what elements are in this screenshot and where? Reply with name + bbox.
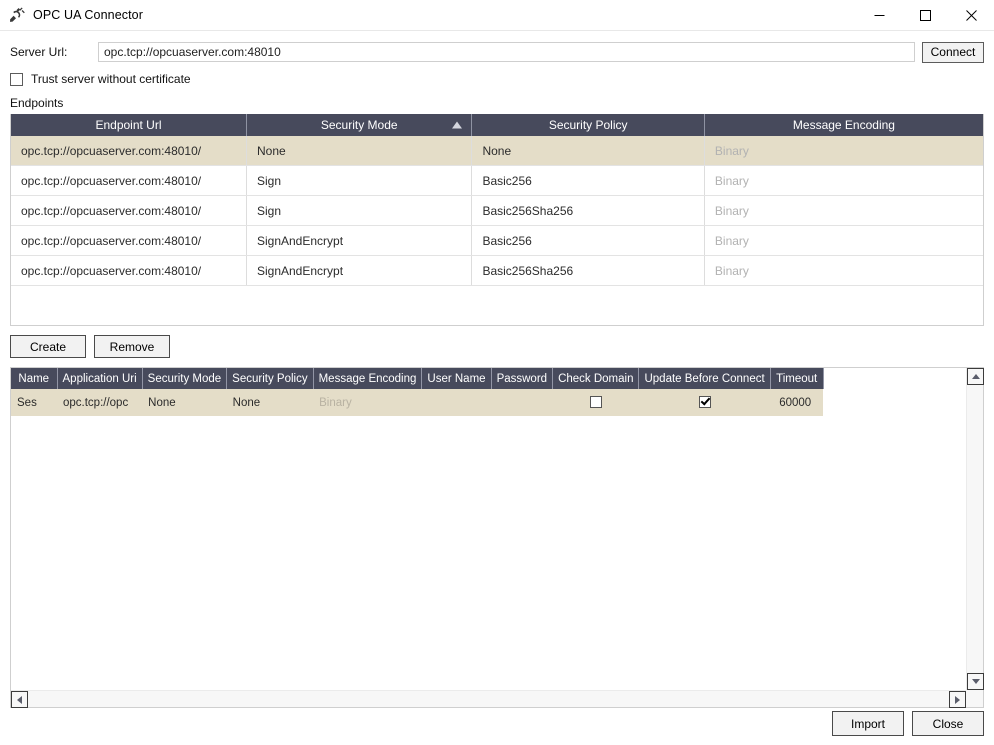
scroll-down-button[interactable]	[967, 673, 984, 690]
security-policy-cell: Basic256	[472, 166, 704, 196]
window-controls	[856, 0, 994, 30]
column-header-application-uri[interactable]: Application Uri	[57, 368, 142, 389]
security-policy-cell: Basic256Sha256	[472, 256, 704, 286]
minimize-button[interactable]	[856, 0, 902, 30]
column-header-endpoint-url[interactable]: Endpoint Url	[11, 114, 246, 136]
endpoints-grid-table: Endpoint Url Security Mode Security Poli…	[11, 114, 983, 286]
endpoint-url-cell: opc.tcp://opcuaserver.com:48010/	[11, 256, 246, 286]
sessions-body: Sesopc.tcp://opcNoneNoneBinary60000	[11, 389, 823, 416]
column-header-timeout[interactable]: Timeout	[770, 368, 823, 389]
security-mode-cell: SignAndEncrypt	[246, 226, 471, 256]
message-encoding-cell: Binary	[704, 256, 983, 286]
table-row[interactable]: opc.tcp://opcuaserver.com:48010/SignAndE…	[11, 226, 983, 256]
connect-button[interactable]: Connect	[922, 42, 984, 63]
endpoints-header-row: Endpoint Url Security Mode Security Poli…	[11, 114, 983, 136]
trust-server-label: Trust server without certificate	[31, 72, 191, 86]
maximize-button[interactable]	[902, 0, 948, 30]
window-title: OPC UA Connector	[33, 8, 143, 22]
table-row[interactable]: opc.tcp://opcuaserver.com:48010/SignBasi…	[11, 166, 983, 196]
session-security-mode-cell: None	[142, 389, 227, 416]
session-update-before-connect-checkbox[interactable]	[699, 396, 711, 408]
triangle-down-icon	[972, 679, 980, 684]
sessions-grid-table: Name Application Uri Security Mode Secur…	[11, 368, 824, 416]
scrollbar-corner	[966, 690, 983, 707]
message-encoding-cell: Binary	[704, 226, 983, 256]
connection-form: Server Url: Connect Trust server without…	[0, 31, 994, 110]
security-policy-cell: Basic256	[472, 226, 704, 256]
security-mode-cell: Sign	[246, 166, 471, 196]
scroll-left-button[interactable]	[11, 691, 28, 708]
endpoints-section-label: Endpoints	[10, 96, 984, 110]
import-button[interactable]: Import	[832, 711, 904, 736]
remove-button[interactable]: Remove	[94, 335, 170, 358]
close-window-button[interactable]	[948, 0, 994, 30]
server-url-input[interactable]	[98, 42, 915, 62]
session-application-uri-cell: opc.tcp://opc	[57, 389, 142, 416]
message-encoding-cell: Binary	[704, 166, 983, 196]
session-update-before-connect[interactable]	[639, 389, 770, 416]
session-security-policy-cell: None	[227, 389, 313, 416]
session-name-cell: Ses	[11, 389, 57, 416]
column-header-name[interactable]: Name	[11, 368, 57, 389]
table-row[interactable]: opc.tcp://opcuaserver.com:48010/NoneNone…	[11, 136, 983, 166]
triangle-right-icon	[955, 696, 960, 704]
table-row[interactable]: opc.tcp://opcuaserver.com:48010/SignBasi…	[11, 196, 983, 226]
column-header-user-name[interactable]: User Name	[422, 368, 491, 389]
title-bar: OPC UA Connector	[0, 0, 994, 31]
table-row[interactable]: Sesopc.tcp://opcNoneNoneBinary60000	[11, 389, 823, 416]
trust-server-checkbox[interactable]	[10, 73, 23, 86]
sessions-vertical-scrollbar[interactable]	[966, 368, 983, 690]
server-url-row: Server Url: Connect	[10, 41, 984, 63]
column-header-message-encoding[interactable]: Message Encoding	[704, 114, 983, 136]
column-header-session-message-encoding[interactable]: Message Encoding	[313, 368, 422, 389]
maximize-icon	[920, 10, 931, 21]
column-header-check-domain[interactable]: Check Domain	[553, 368, 639, 389]
session-check-domain[interactable]	[553, 389, 639, 416]
minimize-icon	[874, 10, 885, 21]
plug-connector-icon	[9, 7, 25, 23]
column-header-security-policy[interactable]: Security Policy	[472, 114, 704, 136]
session-user-name-cell	[422, 389, 491, 416]
sessions-panel[interactable]: Name Application Uri Security Mode Secur…	[10, 367, 984, 708]
column-header-password[interactable]: Password	[491, 368, 553, 389]
security-mode-cell: Sign	[246, 196, 471, 226]
message-encoding-cell: Binary	[704, 196, 983, 226]
security-mode-cell: None	[246, 136, 471, 166]
endpoints-body: opc.tcp://opcuaserver.com:48010/NoneNone…	[11, 136, 983, 286]
sessions-horizontal-scrollbar[interactable]	[11, 690, 966, 707]
column-header-session-security-policy[interactable]: Security Policy	[227, 368, 313, 389]
column-header-security-mode[interactable]: Security Mode	[246, 114, 471, 136]
endpoints-table[interactable]: Endpoint Url Security Mode Security Poli…	[10, 114, 984, 326]
session-timeout-cell: 60000	[770, 389, 823, 416]
server-url-label: Server Url:	[10, 45, 98, 59]
triangle-left-icon	[17, 696, 22, 704]
close-button[interactable]: Close	[912, 711, 984, 736]
security-policy-cell: Basic256Sha256	[472, 196, 704, 226]
create-button[interactable]: Create	[10, 335, 86, 358]
sessions-header-row: Name Application Uri Security Mode Secur…	[11, 368, 823, 389]
endpoint-url-cell: opc.tcp://opcuaserver.com:48010/	[11, 226, 246, 256]
scroll-up-button[interactable]	[967, 368, 984, 385]
column-header-session-security-mode[interactable]: Security Mode	[142, 368, 227, 389]
endpoint-actions: Create Remove	[10, 335, 994, 358]
sort-ascending-icon	[452, 122, 462, 129]
table-row[interactable]: opc.tcp://opcuaserver.com:48010/SignAndE…	[11, 256, 983, 286]
endpoint-url-cell: opc.tcp://opcuaserver.com:48010/	[11, 166, 246, 196]
session-check-domain-checkbox[interactable]	[590, 396, 602, 408]
sessions-table[interactable]: Name Application Uri Security Mode Secur…	[11, 368, 966, 690]
endpoint-url-cell: opc.tcp://opcuaserver.com:48010/	[11, 136, 246, 166]
security-mode-cell: SignAndEncrypt	[246, 256, 471, 286]
session-message-encoding-cell: Binary	[313, 389, 422, 416]
trust-server-row[interactable]: Trust server without certificate	[10, 71, 984, 87]
column-header-update-before-connect[interactable]: Update Before Connect	[639, 368, 770, 389]
message-encoding-cell: Binary	[704, 136, 983, 166]
dialog-footer: Import Close	[832, 711, 984, 736]
session-password-cell	[491, 389, 553, 416]
endpoint-url-cell: opc.tcp://opcuaserver.com:48010/	[11, 196, 246, 226]
security-policy-cell: None	[472, 136, 704, 166]
close-icon	[966, 10, 977, 21]
column-header-security-mode-label: Security Mode	[321, 118, 398, 132]
triangle-up-icon	[972, 374, 980, 379]
scroll-right-button[interactable]	[949, 691, 966, 708]
